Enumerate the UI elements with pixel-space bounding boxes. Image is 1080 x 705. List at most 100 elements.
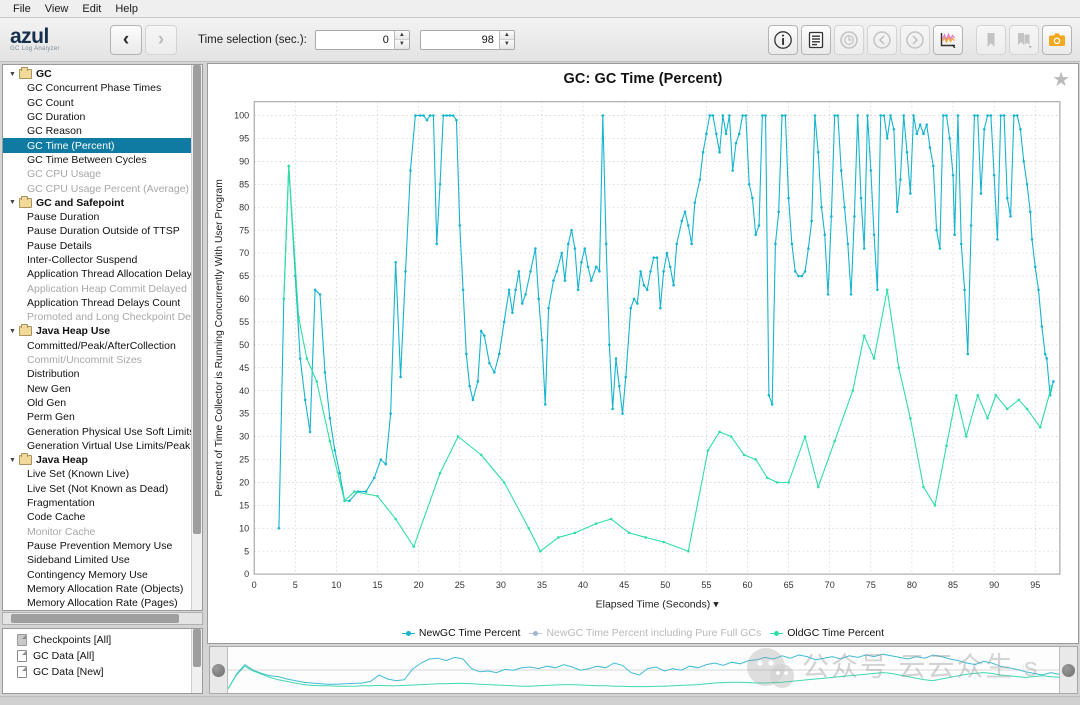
tree-item-gc-time-between-cycles[interactable]: GC Time Between Cycles bbox=[3, 153, 191, 167]
tree-item-promoted-and-long-checkpoint-details[interactable]: Promoted and Long Checkpoint Details bbox=[3, 310, 191, 324]
tree-item-pause-details[interactable]: Pause Details bbox=[3, 239, 191, 253]
series-point bbox=[748, 183, 751, 186]
series-point bbox=[534, 247, 537, 250]
series-point bbox=[817, 151, 820, 154]
tree-horizontal-scrollbar[interactable] bbox=[2, 612, 203, 625]
series-point bbox=[1006, 408, 1009, 411]
tree-item-contingency-memory-use[interactable]: Contingency Memory Use bbox=[3, 567, 191, 581]
range-start-handle[interactable] bbox=[212, 664, 225, 677]
time-to-spinner[interactable]: ▲ ▼ bbox=[420, 30, 515, 50]
snapshot-button[interactable] bbox=[1042, 25, 1072, 55]
data-source-label: Checkpoints [All] bbox=[33, 634, 111, 646]
expand-twisty-icon[interactable]: ▼ bbox=[9, 199, 19, 206]
tree-item-label: GC and Safepoint bbox=[36, 197, 124, 209]
menu-item-view[interactable]: View bbox=[38, 2, 76, 16]
tree-item-sideband-limited-use[interactable]: Sideband Limited Use bbox=[3, 553, 191, 567]
tree-group-gc[interactable]: ▼GC bbox=[3, 67, 191, 81]
tree-item-gc-duration[interactable]: GC Duration bbox=[3, 110, 191, 124]
info-button[interactable] bbox=[768, 25, 798, 55]
series-point bbox=[718, 151, 721, 154]
menu-item-file[interactable]: File bbox=[6, 2, 38, 16]
time-to-input[interactable] bbox=[421, 31, 499, 49]
chart-button[interactable] bbox=[933, 25, 963, 55]
legend-item[interactable]: NewGC Time Percent including Pure Full G… bbox=[529, 627, 761, 639]
time-to-stepper[interactable]: ▲ ▼ bbox=[499, 31, 514, 49]
tree-item-inter-collector-suspend[interactable]: Inter-Collector Suspend bbox=[3, 253, 191, 267]
report-button[interactable] bbox=[801, 25, 831, 55]
tree-item-generation-virtual-use-limits-peak[interactable]: Generation Virtual Use Limits/Peak bbox=[3, 439, 191, 453]
expand-twisty-icon[interactable]: ▼ bbox=[9, 71, 19, 78]
tree-item-fragmentation[interactable]: Fragmentation bbox=[3, 496, 191, 510]
time-from-stepper[interactable]: ▲ ▼ bbox=[394, 31, 409, 49]
metric-tree-panel: ▼GCGC Concurrent Phase TimesGC CountGC D… bbox=[2, 64, 203, 611]
tree-item-gc-concurrent-phase-times[interactable]: GC Concurrent Phase Times bbox=[3, 81, 191, 95]
favorite-star-icon[interactable]: ★ bbox=[1052, 70, 1070, 90]
back-button[interactable]: ‹ bbox=[110, 25, 142, 55]
tree-item-live-set-not-known-as-dead-[interactable]: Live Set (Not Known as Dead) bbox=[3, 482, 191, 496]
expand-twisty-icon[interactable]: ▼ bbox=[9, 328, 19, 335]
tree-item-generation-physical-use-soft-limits[interactable]: Generation Physical Use Soft Limits bbox=[3, 424, 191, 438]
range-end-handle[interactable] bbox=[1062, 664, 1075, 677]
tree-item-pause-duration[interactable]: Pause Duration bbox=[3, 210, 191, 224]
series-point bbox=[925, 123, 928, 126]
tree-item-live-set-known-live-[interactable]: Live Set (Known Live) bbox=[3, 467, 191, 481]
time-range-overview[interactable] bbox=[209, 646, 1078, 694]
tree-item-label: Memory Allocation Rate (Pages) bbox=[27, 597, 178, 609]
data-source-item[interactable]: GC Data [All] bbox=[3, 648, 191, 664]
tree-item-pause-duration-outside-of-ttsp[interactable]: Pause Duration Outside of TTSP bbox=[3, 224, 191, 238]
tree-item-committed-peak-aftercollection[interactable]: Committed/Peak/AfterCollection bbox=[3, 339, 191, 353]
expand-twisty-icon[interactable]: ▼ bbox=[9, 457, 19, 464]
chevron-right-icon: › bbox=[158, 30, 164, 49]
files-scroll-thumb[interactable] bbox=[193, 629, 201, 667]
tree-item-application-thread-delays-count[interactable]: Application Thread Delays Count bbox=[3, 296, 191, 310]
legend-item[interactable]: OldGC Time Percent bbox=[770, 627, 884, 639]
plot-area[interactable]: Percent of Time Collector is Running Con… bbox=[208, 90, 1078, 623]
tree-item-code-cache[interactable]: Code Cache bbox=[3, 510, 191, 524]
data-source-item[interactable]: Checkpoints [All] bbox=[3, 632, 191, 648]
time-from-input[interactable] bbox=[316, 31, 394, 49]
tree-item-gc-reason[interactable]: GC Reason bbox=[3, 124, 191, 138]
tree-group-java-heap[interactable]: ▼Java Heap bbox=[3, 453, 191, 467]
tree-item-memory-allocation-rate-objects-[interactable]: Memory Allocation Rate (Objects) bbox=[3, 582, 191, 596]
tree-item-application-thread-allocation-delays[interactable]: Application Thread Allocation Delays bbox=[3, 267, 191, 281]
data-source-item[interactable]: GC Data [New] bbox=[3, 664, 191, 680]
files-vertical-scrollbar[interactable] bbox=[191, 629, 202, 693]
overview-plot[interactable] bbox=[227, 647, 1060, 693]
metric-tree[interactable]: ▼GCGC Concurrent Phase TimesGC CountGC D… bbox=[3, 65, 191, 610]
tree-item-application-heap-commit-delayed[interactable]: Application Heap Commit Delayed bbox=[3, 281, 191, 295]
series-point bbox=[800, 275, 803, 278]
tree-vertical-scrollbar[interactable] bbox=[191, 65, 202, 610]
tree-item-new-gen[interactable]: New Gen bbox=[3, 382, 191, 396]
data-sources-list[interactable]: Checkpoints [All] GC Data [All]GC Data [N… bbox=[3, 629, 191, 693]
tree-item-label: Inter-Collector Suspend bbox=[27, 254, 137, 266]
y-tick-label: 50 bbox=[239, 340, 249, 350]
tree-item-pause-prevention-memory-use[interactable]: Pause Prevention Memory Use bbox=[3, 539, 191, 553]
series-point bbox=[745, 114, 748, 117]
tree-group-java-heap-use[interactable]: ▼Java Heap Use bbox=[3, 324, 191, 338]
tree-group-gc-and-safepoint[interactable]: ▼ GC and Safepoint bbox=[3, 196, 191, 210]
tree-item-distribution[interactable]: Distribution bbox=[3, 367, 191, 381]
tree-item-gc-time-percent-[interactable]: GC Time (Percent) bbox=[3, 138, 191, 152]
tree-item-perm-gen[interactable]: Perm Gen bbox=[3, 410, 191, 424]
tree-scroll-thumb[interactable] bbox=[193, 65, 201, 534]
tree-hscroll-thumb[interactable] bbox=[11, 614, 179, 623]
series-point bbox=[442, 114, 445, 117]
series-point bbox=[847, 243, 850, 246]
tree-item-monitor-cache[interactable]: Monitor Cache bbox=[3, 525, 191, 539]
time-from-spinner[interactable]: ▲ ▼ bbox=[315, 30, 410, 50]
time-to-increment[interactable]: ▲ bbox=[500, 31, 514, 41]
tree-item-commit-uncommit-sizes[interactable]: Commit/Uncommit Sizes bbox=[3, 353, 191, 367]
tree-item-gc-count[interactable]: GC Count bbox=[3, 96, 191, 110]
tree-item-gc-cpu-usage[interactable]: GC CPU Usage bbox=[3, 167, 191, 181]
menu-item-help[interactable]: Help bbox=[108, 2, 145, 16]
folder-icon bbox=[19, 198, 32, 208]
legend-item[interactable]: NewGC Time Percent bbox=[402, 627, 521, 639]
time-from-decrement[interactable]: ▼ bbox=[395, 40, 409, 49]
tree-item-old-gen[interactable]: Old Gen bbox=[3, 396, 191, 410]
menu-item-edit[interactable]: Edit bbox=[75, 2, 108, 16]
time-from-increment[interactable]: ▲ bbox=[395, 31, 409, 41]
tree-item-memory-allocation-rate-pages-[interactable]: Memory Allocation Rate (Pages) bbox=[3, 596, 191, 610]
tree-item-gc-cpu-usage-percent-average-[interactable]: GC CPU Usage Percent (Average) bbox=[3, 181, 191, 195]
series-point bbox=[329, 417, 332, 420]
time-to-decrement[interactable]: ▼ bbox=[500, 40, 514, 49]
